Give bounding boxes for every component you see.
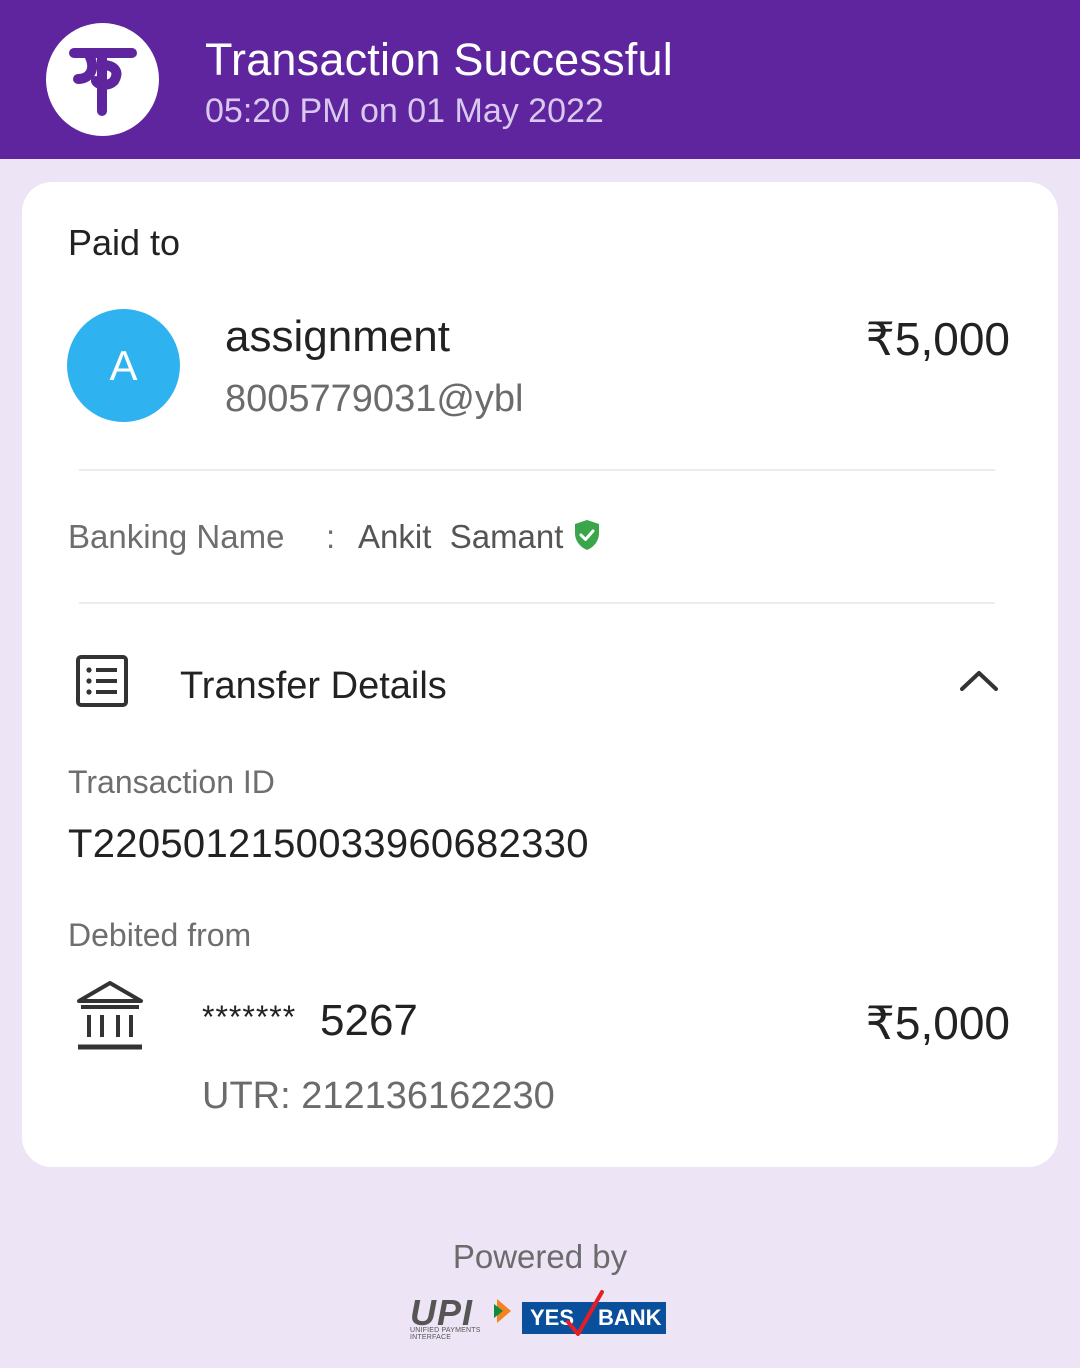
- avatar-letter: A: [109, 341, 138, 389]
- banking-name-separator: :: [326, 518, 336, 555]
- bank-icon: [75, 979, 145, 1056]
- payee-avatar[interactable]: A: [67, 309, 180, 422]
- transaction-card: Paid to A assignment 8005779031@ybl ₹5,0…: [22, 182, 1058, 1167]
- paid-to-label: Paid to: [68, 222, 181, 263]
- account-suffix: 5267: [320, 996, 418, 1045]
- upi-arrow-icon: [494, 1299, 511, 1323]
- banking-name-label: Banking Name: [68, 518, 285, 555]
- transaction-timestamp: 05:20 PM on 01 May 2022: [205, 92, 604, 130]
- paid-amount: ₹5,000: [865, 313, 1010, 365]
- receipt-list-icon: [75, 654, 129, 713]
- payee-upi-id: 8005779031@ybl: [225, 378, 524, 420]
- shield-check-icon: [573, 519, 601, 556]
- debited-from-label: Debited from: [68, 917, 252, 953]
- upi-logo-subtext: UNIFIED PAYMENTS INTERFACE: [410, 1327, 481, 1341]
- chevron-up-icon[interactable]: [958, 667, 1000, 698]
- banking-name-value: Ankit Samant: [358, 518, 564, 555]
- yes-bank-logo-right: BANK: [598, 1305, 662, 1330]
- transaction-id-value[interactable]: T2205012150033960682330: [68, 822, 589, 867]
- divider: [79, 602, 995, 604]
- header-bar: Transaction Successful 05:20 PM on 01 Ma…: [0, 0, 1080, 159]
- powered-by-label: Powered by: [452, 1238, 628, 1275]
- debited-amount: ₹5,000: [865, 997, 1010, 1049]
- utr-number[interactable]: UTR: 212136162230: [202, 1075, 555, 1118]
- transaction-id-label: Transaction ID: [68, 764, 275, 800]
- payee-name: assignment: [225, 312, 451, 361]
- divider: [79, 469, 995, 471]
- upi-logo: UPI UNIFIED PAYMENTS INTERFACE: [410, 1292, 514, 1341]
- account-mask: *******: [202, 999, 297, 1035]
- phonepe-logo-icon: [69, 48, 137, 116]
- phonepe-logo: [46, 23, 159, 136]
- yes-bank-logo: YES BANK: [522, 1290, 666, 1336]
- transaction-status-title: Transaction Successful: [205, 34, 673, 85]
- transfer-details-title[interactable]: Transfer Details: [180, 665, 447, 708]
